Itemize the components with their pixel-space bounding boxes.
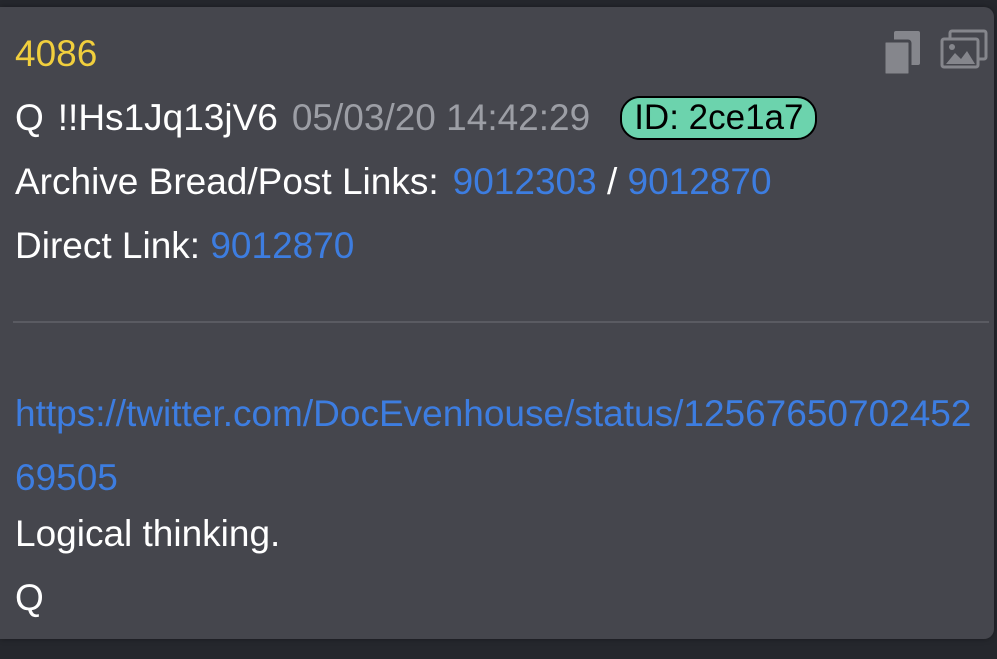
- post-number: 4086: [15, 33, 98, 74]
- signature: Q: [15, 577, 44, 618]
- post-header: Q !!Hs1Jq13jV6 05/03/20 14:42:29 ID: 2ce1a7: [15, 96, 818, 140]
- author-name: Q: [15, 97, 44, 138]
- tripcode: !!Hs1Jq13jV6: [57, 97, 278, 138]
- gallery-icon[interactable]: [940, 29, 988, 78]
- archive-post-link[interactable]: 9012870: [628, 161, 772, 202]
- copy-icon[interactable]: [882, 29, 922, 82]
- divider: [13, 321, 989, 323]
- post-card: 4086 Q !!Hs1Jq13jV6 05/03/20 14:42:29 ID: 2…: [0, 7, 994, 639]
- archive-links-row: Archive Bread/Post Links: 9012303 / 90128…: [15, 160, 772, 204]
- direct-link-row: Direct Link: 9012870: [15, 224, 354, 268]
- body-text: Logical thinking.: [15, 513, 281, 554]
- timestamp: 05/03/20 14:42:29: [291, 97, 591, 138]
- id-badge[interactable]: ID: 2ce1a7: [620, 96, 818, 140]
- direct-label: Direct Link:: [15, 225, 201, 266]
- archive-bread-link[interactable]: 9012303: [453, 161, 597, 202]
- archive-separator: /: [606, 161, 618, 202]
- direct-link[interactable]: 9012870: [210, 225, 354, 266]
- archive-label: Archive Bread/Post Links:: [15, 161, 439, 202]
- body-url-link[interactable]: https://twitter.com/DocEvenhouse/status/…: [15, 382, 985, 510]
